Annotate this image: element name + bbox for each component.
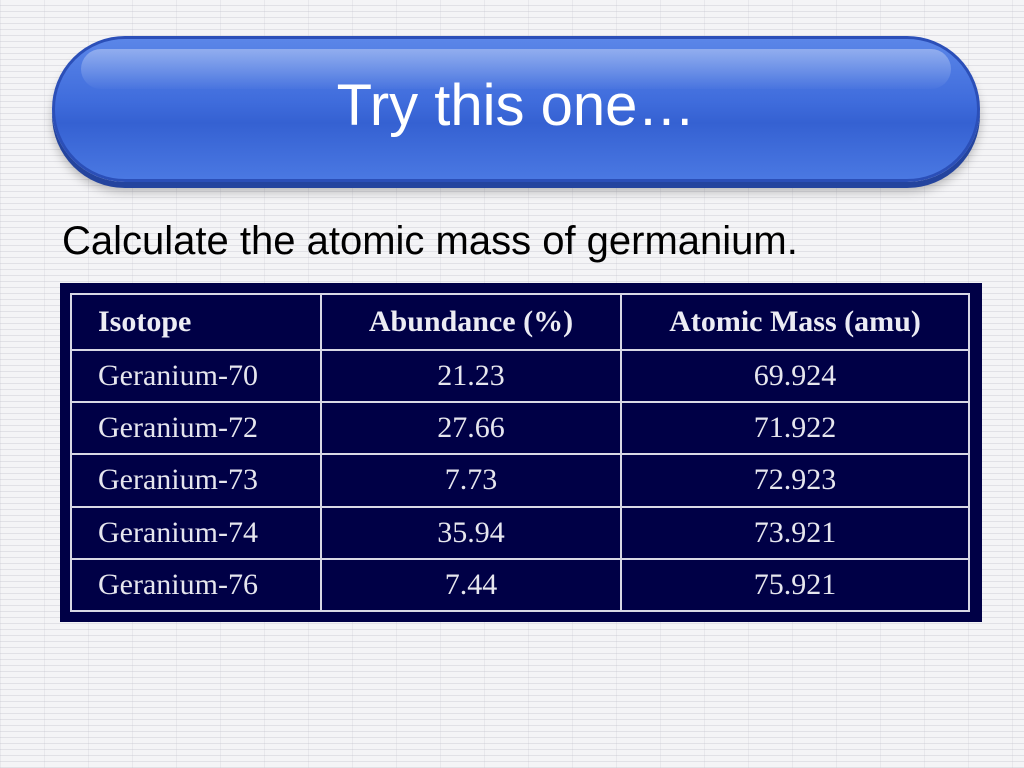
cell-abundance: 7.44 [320,557,622,613]
cell-atomic-mass: 72.923 [620,453,970,508]
table-header-row: Isotope Abundance (%) Atomic Mass (amu) [70,293,970,351]
title-banner: Try this one… [52,36,980,182]
table-row: Geranium-73 7.73 72.923 [70,453,970,508]
header-atomic-mass: Atomic Mass (amu) [620,293,970,351]
cell-isotope: Geranium-70 [70,348,322,404]
cell-atomic-mass: 73.921 [620,505,970,560]
cell-isotope: Geranium-76 [70,557,322,613]
table-row: Geranium-70 21.23 69.924 [70,348,970,404]
isotope-table: Isotope Abundance (%) Atomic Mass (amu) … [70,293,970,613]
cell-abundance: 27.66 [320,401,622,456]
isotope-table-container: Isotope Abundance (%) Atomic Mass (amu) … [60,283,982,622]
cell-isotope: Geranium-73 [70,453,322,508]
cell-isotope: Geranium-72 [70,401,322,456]
slide-prompt: Calculate the atomic mass of germanium. [62,219,798,263]
cell-isotope: Geranium-74 [70,505,322,560]
cell-abundance: 21.23 [320,348,622,404]
header-abundance: Abundance (%) [320,293,622,351]
table-row: Geranium-74 35.94 73.921 [70,505,970,560]
cell-atomic-mass: 69.924 [620,348,970,404]
header-isotope: Isotope [70,293,322,351]
slide-title: Try this one… [336,73,696,138]
table-row: Geranium-76 7.44 75.921 [70,557,970,613]
table-row: Geranium-72 27.66 71.922 [70,401,970,456]
cell-atomic-mass: 75.921 [620,557,970,613]
cell-atomic-mass: 71.922 [620,401,970,456]
cell-abundance: 7.73 [320,453,622,508]
cell-abundance: 35.94 [320,505,622,560]
